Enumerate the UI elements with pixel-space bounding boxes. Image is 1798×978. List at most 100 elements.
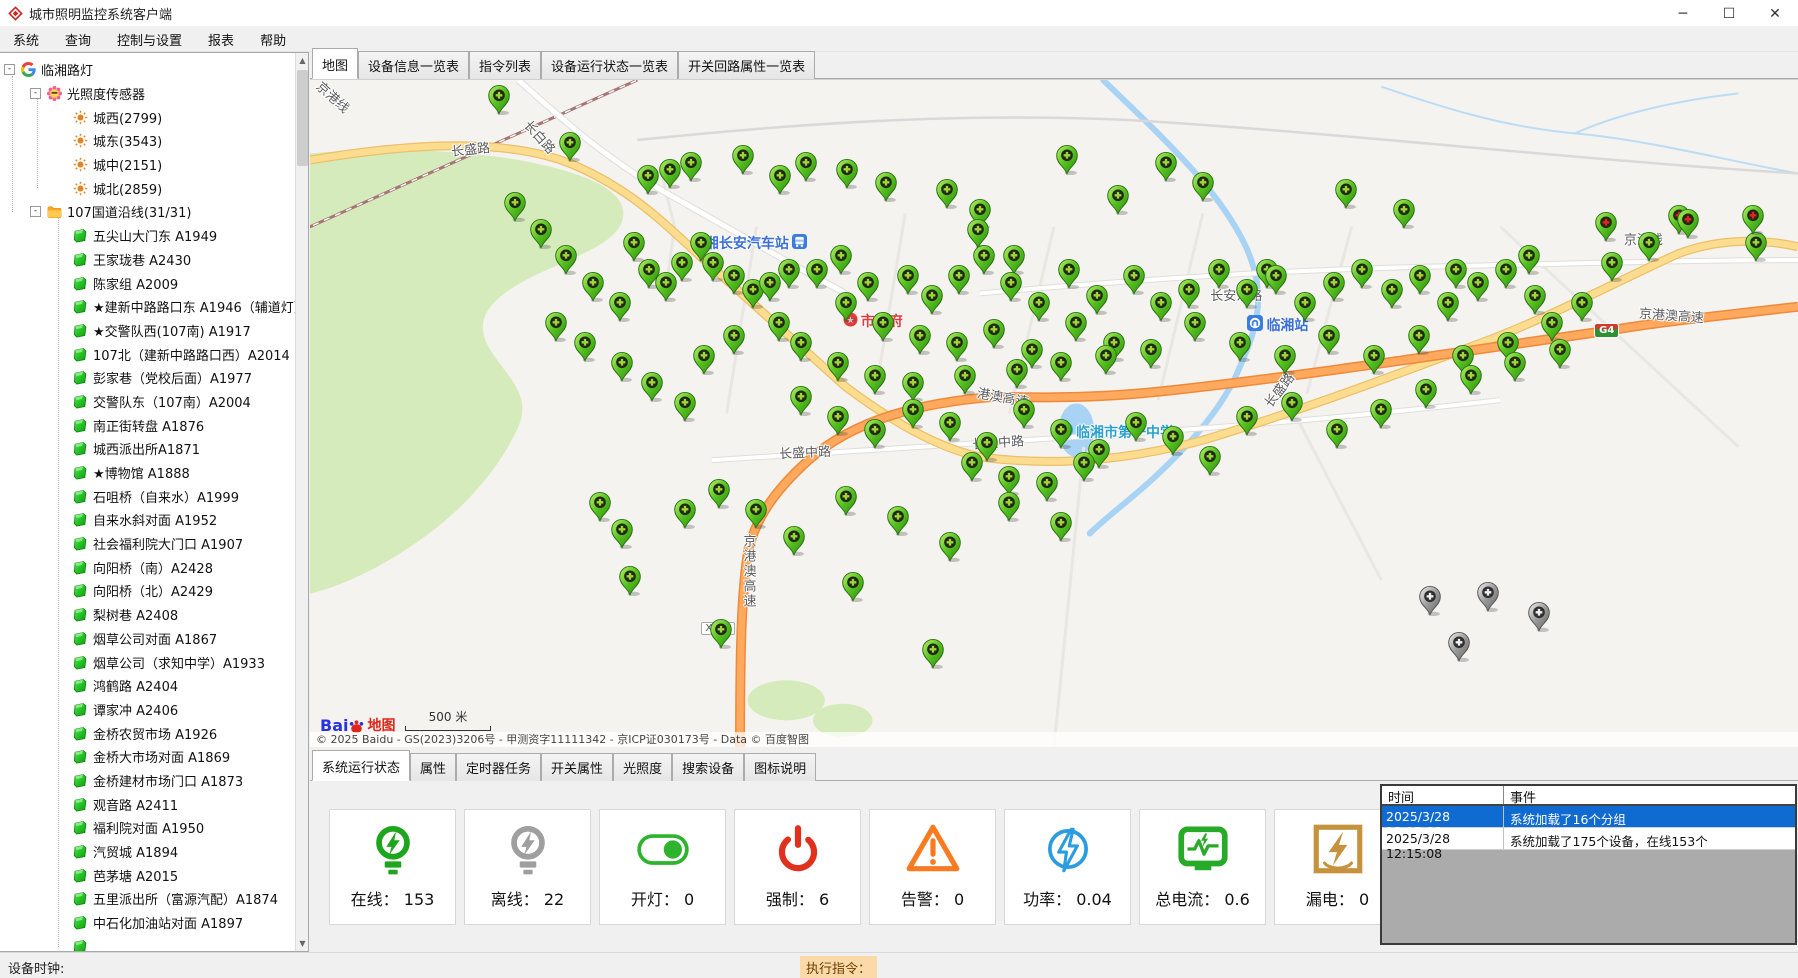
tree-item-17[interactable]: ★博物馆 A1888 — [0, 461, 295, 485]
device-pin-online[interactable] — [581, 272, 604, 303]
tree-item-1[interactable]: -光照度传感器 — [0, 82, 295, 106]
device-pin-online[interactable] — [1057, 258, 1080, 289]
device-pin-online[interactable] — [487, 85, 510, 116]
tree-item-13[interactable]: 彭家巷（党校后面）A1977 — [0, 366, 295, 390]
tree-item-9[interactable]: 陈家组 A2009 — [0, 271, 295, 295]
tree-item-18[interactable]: 石咀桥（自来水）A1999 — [0, 484, 295, 508]
tab-map-2[interactable]: 指令列表 — [469, 51, 541, 79]
tree-item-35[interactable]: 五里派出所（富源汽配）A1874 — [0, 887, 295, 911]
tab-map-4[interactable]: 开关回路属性一览表 — [678, 51, 815, 79]
device-pin-online[interactable] — [1318, 325, 1341, 356]
device-pin-online[interactable] — [769, 165, 792, 196]
tree-item-28[interactable]: 金桥农贸市场 A1926 — [0, 721, 295, 745]
close-button[interactable]: ✕ — [1752, 0, 1798, 27]
event-log-row[interactable]: 2025/3/28 12:15:08系统加载了175个设备，在线153个 — [1382, 828, 1795, 850]
tab-map-3[interactable]: 设备运行状态一览表 — [541, 51, 678, 79]
device-pin-online[interactable] — [709, 618, 732, 649]
device-pin-online[interactable] — [589, 492, 612, 523]
tab-bottom-2[interactable]: 定时器任务 — [456, 753, 541, 781]
device-pin-online[interactable] — [574, 332, 597, 363]
tree-item-4[interactable]: 城中(2151) — [0, 153, 295, 177]
device-pin-online[interactable] — [1745, 232, 1768, 263]
tree-item-7[interactable]: 五尖山大门东 A1949 — [0, 224, 295, 248]
tree-item-32[interactable]: 福利院对面 A1950 — [0, 816, 295, 840]
tab-bottom-5[interactable]: 搜索设备 — [672, 753, 744, 781]
device-pin-online[interactable] — [554, 245, 577, 276]
tab-bottom-3[interactable]: 开关属性 — [541, 753, 613, 781]
tree-item-0[interactable]: -临湘路灯 — [0, 58, 295, 82]
device-pin-online[interactable] — [1459, 365, 1482, 396]
tree-item-34[interactable]: 芭茅塘 A2015 — [0, 863, 295, 887]
device-pin-online[interactable] — [1236, 278, 1259, 309]
device-pin-online[interactable] — [1362, 345, 1385, 376]
device-pin-online[interactable] — [983, 318, 1006, 349]
tree-item-6[interactable]: -107国道沿线(31/31) — [0, 200, 295, 224]
tree-item-22[interactable]: 向阳桥（北）A2429 — [0, 579, 295, 603]
tree-item-25[interactable]: 烟草公司（求知中学）A1933 — [0, 650, 295, 674]
device-pin-online[interactable] — [1281, 392, 1304, 423]
device-pin-online[interactable] — [901, 398, 924, 429]
tree-item-26[interactable]: 鸿鹤路 A2404 — [0, 674, 295, 698]
scroll-down-icon[interactable]: ▼ — [296, 936, 309, 951]
device-pin-online[interactable] — [1035, 472, 1058, 503]
device-pin-online[interactable] — [723, 325, 746, 356]
device-pin-online[interactable] — [864, 418, 887, 449]
tree-item-33[interactable]: 汽贸城 A1894 — [0, 840, 295, 864]
device-pin-online[interactable] — [673, 498, 696, 529]
device-pin-online[interactable] — [827, 405, 850, 436]
device-pin-online[interactable] — [946, 332, 969, 363]
device-pin-online[interactable] — [1322, 272, 1345, 303]
device-pin-online[interactable] — [938, 412, 961, 443]
device-pin-online[interactable] — [806, 258, 829, 289]
device-pin-online[interactable] — [618, 565, 641, 596]
device-pin-online[interactable] — [1208, 258, 1231, 289]
device-pin-offline[interactable] — [1528, 602, 1551, 633]
device-pin-online[interactable] — [611, 518, 634, 549]
menu-item-0[interactable]: 系统 — [0, 27, 52, 52]
device-pin-online[interactable] — [1005, 358, 1028, 389]
tree-item-8[interactable]: 王家珑巷 A2430 — [0, 248, 295, 272]
device-pin-online[interactable] — [1236, 405, 1259, 436]
menu-item-2[interactable]: 控制与设置 — [104, 27, 195, 52]
device-pin-online[interactable] — [1495, 258, 1518, 289]
tree-item-27[interactable]: 谭家冲 A2406 — [0, 698, 295, 722]
tree-item-29[interactable]: 金桥大市场对面 A1869 — [0, 745, 295, 769]
device-pin-online[interactable] — [897, 265, 920, 296]
device-pin-online[interactable] — [1380, 278, 1403, 309]
event-log-row[interactable]: 2025/3/28 12:15:08系统加载了16个分组 — [1382, 806, 1795, 828]
device-pin-online[interactable] — [636, 165, 659, 196]
device-pin-online[interactable] — [1294, 292, 1317, 323]
tree-scrollbar[interactable]: ▲ ▼ — [295, 53, 308, 951]
scroll-up-icon[interactable]: ▲ — [296, 53, 309, 68]
tree-item-3[interactable]: 城东(3543) — [0, 129, 295, 153]
tree-item-15[interactable]: 南正街转盘 A1876 — [0, 413, 295, 437]
device-pin-online[interactable] — [1013, 398, 1036, 429]
menu-item-1[interactable]: 查询 — [52, 27, 104, 52]
device-pin-online[interactable] — [1050, 418, 1073, 449]
tree-item-12[interactable]: 107北（建新中路路口西）A2014 — [0, 342, 295, 366]
device-pin-online[interactable] — [1150, 292, 1173, 323]
device-pin-online[interactable] — [1229, 332, 1252, 363]
device-pin-forced[interactable] — [1676, 208, 1699, 239]
device-pin-offline[interactable] — [1477, 582, 1500, 613]
tree-expander-icon[interactable]: - — [4, 64, 15, 75]
device-pin-online[interactable] — [1123, 265, 1146, 296]
device-pin-online[interactable] — [529, 218, 552, 249]
menu-item-3[interactable]: 报表 — [195, 27, 247, 52]
tree-item-20[interactable]: 社会福利院大门口 A1907 — [0, 532, 295, 556]
device-pin-online[interactable] — [659, 158, 682, 189]
device-pin-online[interactable] — [1065, 312, 1088, 343]
device-pin-online[interactable] — [778, 258, 801, 289]
device-pin-offline[interactable] — [1447, 632, 1470, 663]
device-pin-forced[interactable] — [1742, 205, 1765, 236]
device-pin-online[interactable] — [947, 265, 970, 296]
device-pin-online[interactable] — [1056, 145, 1079, 176]
scrollbar-thumb[interactable] — [297, 70, 308, 166]
device-pin-online[interactable] — [871, 312, 894, 343]
device-pin-offline[interactable] — [1419, 585, 1442, 616]
tree-expander-icon[interactable]: - — [30, 88, 41, 99]
map-canvas[interactable]: 长盛路长白路京港线长安东路长盛中路长盛中路长盛路京港线京港澳高速港澳高速京港澳高… — [310, 79, 1798, 747]
device-pin-online[interactable] — [920, 285, 943, 316]
device-pin-online[interactable] — [1370, 398, 1393, 429]
device-pin-online[interactable] — [1407, 325, 1430, 356]
